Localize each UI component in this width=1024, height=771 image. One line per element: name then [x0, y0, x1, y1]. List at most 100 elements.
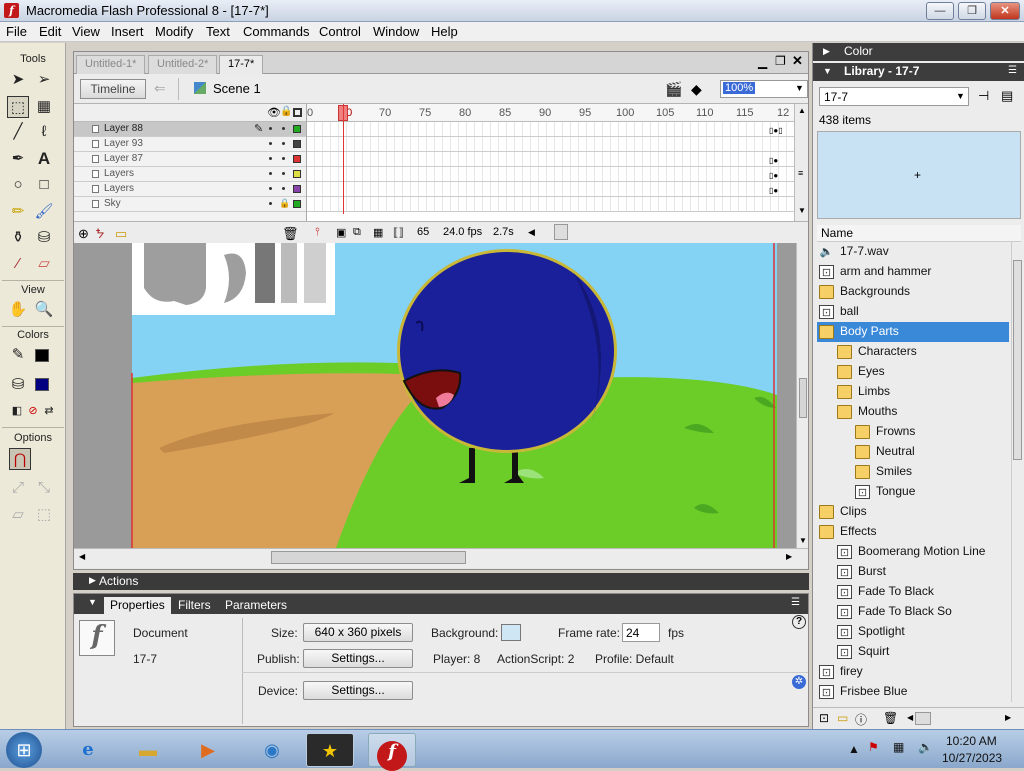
scroll-down-icon[interactable]: ▼ [798, 206, 806, 215]
oval-tool-icon[interactable]: ○ [7, 174, 29, 196]
center-frame-icon[interactable]: ⫯ [315, 226, 320, 239]
pen-tool-icon[interactable]: ✒ [7, 148, 29, 170]
restore-doc-icon[interactable]: ▁ [758, 55, 767, 69]
tab-17-7[interactable]: 17-7* [219, 55, 264, 74]
volume-icon[interactable]: 🔈 [918, 740, 933, 754]
visibility-dot[interactable] [269, 172, 272, 175]
lasso-tool-icon[interactable]: ℓ [33, 121, 55, 143]
media-player-icon[interactable]: ▶ [184, 733, 232, 767]
library-folder[interactable]: Mouths [817, 402, 1009, 422]
menu-control[interactable]: Control [319, 24, 361, 39]
library-folder[interactable]: Neutral [817, 442, 1009, 462]
rectangle-tool-icon[interactable]: □ [33, 174, 55, 196]
scroll-left-icon[interactable]: ◀ [907, 713, 913, 722]
outline-color-box[interactable] [293, 170, 301, 178]
layer-row[interactable]: Layers [74, 182, 306, 197]
library-panel-header[interactable]: ▼ Library - 17-7 ☰ [813, 63, 1024, 81]
fill-color-swatch[interactable] [35, 378, 49, 391]
onion-skin-icon[interactable]: ▣ [336, 226, 346, 239]
library-folder[interactable]: Smiles [817, 462, 1009, 482]
collapse-arrow-icon[interactable]: ▼ [88, 597, 97, 607]
eyedropper-tool-icon[interactable]: ⁄ [7, 253, 29, 275]
frame-row[interactable] [307, 197, 795, 212]
new-folder-icon[interactable]: ▭ [837, 711, 848, 725]
outline-icon[interactable] [293, 108, 302, 117]
tab-filters[interactable]: Filters [172, 597, 217, 614]
size-button[interactable]: 640 x 360 pixels [303, 623, 413, 642]
background-color-swatch[interactable] [501, 624, 521, 641]
tab-untitled-1[interactable]: Untitled-1* [76, 55, 146, 74]
help-icon[interactable]: ? [792, 615, 806, 629]
framerate-input[interactable]: 24 [622, 623, 660, 642]
lock-dot[interactable] [282, 142, 285, 145]
color-panel-header[interactable]: ▶ Color [813, 43, 1024, 61]
lock-dot[interactable] [282, 127, 285, 130]
visibility-dot[interactable] [269, 187, 272, 190]
device-settings-button[interactable]: Settings... [303, 681, 413, 700]
insert-folder-icon[interactable]: ▭ [115, 226, 127, 242]
new-library-panel-icon[interactable]: ▤ [1001, 88, 1013, 104]
menu-insert[interactable]: Insert [111, 24, 144, 39]
edit-scene-icon[interactable]: 🎬 [665, 81, 682, 98]
onion-outlines-icon[interactable]: ⧉ [353, 226, 361, 239]
frame-row[interactable] [307, 152, 795, 167]
snap-magnet-icon[interactable]: ⋂ [9, 448, 31, 470]
frame-row[interactable] [307, 182, 795, 197]
pin-library-icon[interactable]: ⊣ [978, 88, 989, 104]
ink-bottle-tool-icon[interactable]: ⚱ [7, 227, 29, 249]
lock-dot[interactable] [282, 172, 285, 175]
insert-layer-icon[interactable]: ⊕ [78, 226, 89, 242]
swap-colors-icon[interactable]: ⇄ [38, 400, 60, 422]
scroll-up-icon[interactable]: ▲ [798, 106, 806, 115]
library-item[interactable]: ⊡ Boomerang Motion Line [817, 542, 1009, 562]
scroll-thumb[interactable] [915, 712, 931, 725]
brush-tool-icon[interactable]: 🖌 [33, 201, 55, 223]
new-symbol-icon[interactable]: ⊡ [819, 711, 829, 725]
layer-row[interactable]: Sky 🔒 [74, 197, 306, 212]
lock-icon[interactable]: 🔒 [280, 106, 292, 117]
visibility-dot[interactable] [269, 127, 272, 130]
visibility-dot[interactable] [269, 157, 272, 160]
start-button[interactable]: ⊞ [6, 732, 42, 768]
accessibility-icon[interactable]: ✲ [792, 675, 806, 689]
library-scrollbar[interactable] [1011, 242, 1023, 702]
library-item[interactable]: ⊡ Spotlight [817, 622, 1009, 642]
layer-row[interactable]: Layer 93 [74, 137, 306, 152]
maximize-button[interactable]: ❐ [958, 2, 986, 20]
menu-window[interactable]: Window [373, 24, 419, 39]
menu-file[interactable]: File [6, 24, 27, 39]
lock-icon[interactable]: 🔒 [279, 198, 290, 209]
visibility-dot[interactable] [269, 202, 272, 205]
outline-color-box[interactable] [293, 140, 301, 148]
menu-commands[interactable]: Commands [243, 24, 309, 39]
movie-maker-icon[interactable]: ★ [306, 733, 354, 767]
zoom-select[interactable]: 100% ▼ [720, 80, 808, 98]
free-transform-tool-icon[interactable]: ⬚ [7, 96, 29, 118]
library-folder[interactable]: Clips [817, 502, 1009, 522]
fill-transform-tool-icon[interactable]: ▦ [33, 96, 55, 118]
timeline-toggle-button[interactable]: Timeline [80, 79, 146, 99]
outline-color-box[interactable] [293, 185, 301, 193]
edit-symbols-icon[interactable]: ◆ [691, 81, 702, 98]
library-item[interactable]: ⊡ arm and hammer [817, 262, 1009, 282]
library-item[interactable]: ⊡ firey [817, 662, 1009, 682]
library-item[interactable]: 🔈 17-7.wav [817, 242, 1009, 262]
close-doc-icon[interactable]: ✕ [792, 53, 803, 69]
library-folder[interactable]: Effects [817, 522, 1009, 542]
scroll-thumb[interactable] [799, 378, 807, 418]
add-motion-guide-icon[interactable]: ᖬ [96, 226, 104, 242]
text-tool-icon[interactable]: A [33, 148, 55, 170]
layer-row[interactable]: Layers [74, 167, 306, 182]
scroll-thumb[interactable] [1013, 260, 1022, 460]
menu-help[interactable]: Help [431, 24, 458, 39]
internet-explorer-icon[interactable]: e [64, 733, 112, 767]
line-tool-icon[interactable]: ╱ [7, 121, 29, 143]
library-item[interactable]: ⊡ Fade To Black [817, 582, 1009, 602]
maximize-doc-icon[interactable]: ❐ [775, 54, 786, 68]
paint-bucket-tool-icon[interactable]: ⛁ [33, 227, 55, 249]
scroll-left-icon[interactable]: ◀ [528, 227, 535, 238]
frame-row[interactable] [307, 167, 795, 182]
modify-onion-markers-icon[interactable]: ⟦⟧ [393, 226, 404, 239]
delete-icon[interactable]: 🗑 [883, 711, 898, 725]
scroll-left-icon[interactable]: ◀ [79, 552, 85, 561]
